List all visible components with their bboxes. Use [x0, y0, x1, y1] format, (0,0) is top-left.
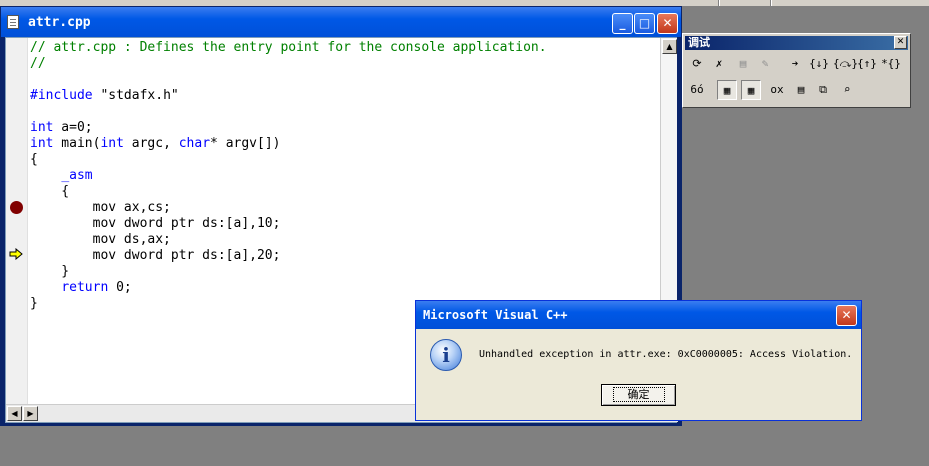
code-token: mov dword ptr ds:[a],20;: [30, 248, 281, 263]
stop-debugging-icon[interactable]: ✗: [709, 54, 729, 74]
code-token: mov ds,ax;: [30, 232, 171, 247]
message-box-title-bar[interactable]: Microsoft Visual C++ ✕: [416, 301, 861, 329]
code-line[interactable]: return 0;: [30, 280, 547, 296]
step-out-icon[interactable]: {↑}: [857, 54, 877, 74]
registers-icon[interactable]: ox: [767, 80, 787, 100]
step-into-icon[interactable]: {↓}: [809, 54, 829, 74]
close-icon: ✕: [841, 308, 852, 322]
variables-icon[interactable]: ▦: [741, 80, 761, 100]
code-token: * argv[]): [210, 136, 281, 151]
code-line[interactable]: mov dword ptr ds:[a],10;: [30, 216, 547, 232]
toolbar-separator: [770, 0, 772, 6]
toolbar-separator: [718, 0, 720, 6]
close-icon: ✕: [662, 16, 673, 30]
maximize-icon: □: [638, 16, 651, 30]
code-line[interactable]: {: [30, 184, 547, 200]
call-stack-icon[interactable]: ⧉: [813, 80, 833, 100]
code-token: int: [30, 120, 54, 135]
ok-button[interactable]: 确定: [601, 384, 676, 406]
quickwatch-icon[interactable]: 6ó: [687, 80, 707, 100]
watch-icon[interactable]: ▦: [717, 80, 737, 100]
code-line[interactable]: int a=0;: [30, 120, 547, 136]
code-line[interactable]: int main(int argc, char* argv[]): [30, 136, 547, 152]
code-line[interactable]: }: [30, 264, 547, 280]
code-token: mov ax,cs;: [30, 200, 171, 215]
apply-code-changes-icon[interactable]: ✎: [755, 54, 775, 74]
current-line-arrow-icon: [9, 248, 23, 260]
code-token: char: [178, 136, 211, 151]
code-line[interactable]: // attr.cpp : Defines the entry point fo…: [30, 40, 547, 56]
code-line[interactable]: //: [30, 56, 547, 72]
info-icon: i: [430, 339, 462, 371]
code-line[interactable]: #include "stdafx.h": [30, 88, 547, 104]
code-line[interactable]: {: [30, 152, 547, 168]
code-token: }: [30, 264, 70, 279]
code-line[interactable]: mov ds,ax;: [30, 232, 547, 248]
code-line[interactable]: mov dword ptr ds:[a],20;: [30, 248, 547, 264]
code-token: argc,: [123, 136, 179, 151]
message-box-title: Microsoft Visual C++: [423, 308, 568, 322]
minimize-icon: _: [619, 16, 626, 30]
message-box: Microsoft Visual C++ ✕ i Unhandled excep…: [415, 300, 862, 421]
editor-gutter[interactable]: [6, 38, 28, 404]
code-line[interactable]: _asm: [30, 168, 547, 184]
code-token: a=0;: [53, 120, 93, 135]
ok-button-label: 确定: [612, 387, 665, 402]
code-token: main(: [53, 136, 101, 151]
break-execution-icon[interactable]: ▤: [733, 54, 753, 74]
scroll-left-icon[interactable]: ◀: [7, 406, 22, 421]
message-text: Unhandled exception in attr.exe: 0xC0000…: [479, 349, 853, 360]
code-token: // attr.cpp : Defines the entry point fo…: [30, 40, 547, 55]
document-icon: [7, 15, 19, 29]
code-token: int: [100, 136, 124, 151]
code-token: //: [30, 56, 46, 71]
debug-toolbar-title: 调试: [688, 36, 710, 49]
code-token: return: [61, 280, 109, 295]
code-token: {: [30, 184, 70, 199]
restart-icon[interactable]: ⟳: [687, 54, 707, 74]
editor-title-bar[interactable]: attr.cpp _ □ ✕: [1, 7, 681, 37]
debug-toolbar-close-icon[interactable]: ✕: [894, 36, 907, 49]
show-next-statement-icon[interactable]: ➔: [785, 54, 805, 74]
code-token: 0;: [108, 280, 132, 295]
debug-toolbar-title-bar[interactable]: 调试 ✕: [685, 36, 908, 50]
code-token: #include: [30, 88, 93, 103]
run-to-cursor-icon[interactable]: *{}: [881, 54, 901, 74]
close-button[interactable]: ✕: [657, 13, 678, 34]
debug-toolbar: 调试 ✕ ⟳ ✗ ▤ ✎ ➔ {↓} {⤼} {↑} *{} 6ó ▦ ▦ ox ▤ ⧉ ⌕: [682, 33, 911, 108]
maximize-button[interactable]: □: [634, 13, 655, 34]
disassembly-icon[interactable]: ⌕: [837, 80, 857, 100]
scroll-right-icon[interactable]: ▶: [23, 406, 38, 421]
scroll-up-icon[interactable]: ▲: [662, 39, 677, 54]
minimize-button[interactable]: _: [612, 13, 633, 34]
breakpoint-icon[interactable]: [10, 201, 23, 214]
message-box-close-button[interactable]: ✕: [836, 305, 857, 326]
code-line[interactable]: [30, 72, 547, 88]
code-token: _asm: [61, 168, 93, 183]
code-token: int: [30, 136, 54, 151]
step-over-icon[interactable]: {⤼}: [833, 54, 858, 74]
editor-title: attr.cpp: [28, 15, 91, 30]
code-token: }: [30, 296, 38, 311]
code-token: mov dword ptr ds:[a],10;: [30, 216, 281, 231]
code-token: {: [30, 152, 38, 167]
code-token: "stdafx.h": [92, 88, 179, 103]
code-line[interactable]: mov ax,cs;: [30, 200, 547, 216]
memory-icon[interactable]: ▤: [791, 80, 811, 100]
code-line[interactable]: [30, 104, 547, 120]
code-text[interactable]: // attr.cpp : Defines the entry point fo…: [30, 40, 547, 312]
